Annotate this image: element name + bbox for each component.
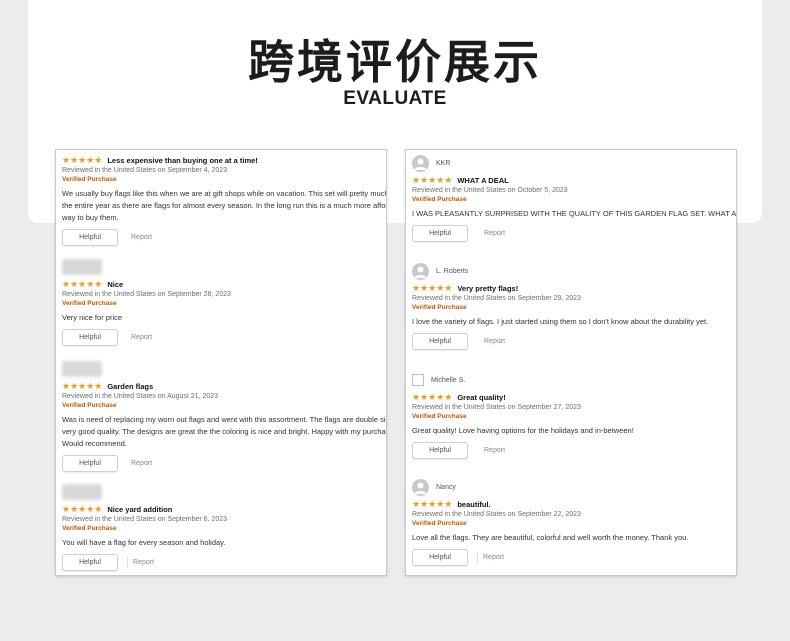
review-title[interactable]: Less expensive than buying one at a time…	[107, 156, 257, 165]
report-link[interactable]: Report	[484, 230, 505, 237]
review-date: Reviewed in the United States on Septemb…	[62, 516, 227, 523]
review-title[interactable]: Very pretty flags!	[457, 284, 518, 293]
review-date: Reviewed in the United States on October…	[412, 187, 568, 194]
star-rating-icon: ★★★★★	[62, 154, 103, 165]
helpful-button[interactable]: Helpful	[412, 549, 468, 566]
review-title[interactable]: Nice yard addition	[107, 505, 172, 514]
page-title: 跨境评价展示	[248, 35, 542, 89]
review-item: L. Roberts ★★★★★ Very pretty flags! Revi…	[412, 262, 736, 350]
verified-purchase-badge: Verified Purchase	[412, 196, 467, 203]
report-link[interactable]: Report	[131, 460, 152, 467]
report-link[interactable]: Report	[483, 554, 504, 561]
review-date: Reviewed in the United States on Septemb…	[412, 295, 581, 302]
report-link[interactable]: Report	[484, 338, 505, 345]
user-avatar-icon	[412, 478, 429, 496]
review-body: You will have a flag for every season an…	[62, 538, 226, 547]
review-body: Was is need of replacing my worn out fla…	[62, 415, 386, 448]
review-title[interactable]: Nice	[107, 280, 123, 289]
review-date: Reviewed in the United States on August …	[62, 393, 219, 400]
helpful-button[interactable]: Helpful	[412, 442, 468, 459]
avatar	[62, 259, 102, 275]
author-name[interactable]: L. Roberts	[436, 268, 468, 275]
review-screenshot-left: ★★★★★ Less expensive than buying one at …	[55, 149, 387, 576]
user-avatar-icon	[412, 154, 429, 172]
helpful-button[interactable]: Helpful	[62, 554, 118, 571]
star-rating-icon: ★★★★★	[62, 278, 103, 289]
review-title[interactable]: WHAT A DEAL	[457, 176, 508, 185]
verified-purchase-badge: Verified Purchase	[62, 300, 117, 307]
review-date: Reviewed in the United States on Septemb…	[412, 404, 581, 411]
review-item: Nancy ★★★★★ beautiful. Reviewed in the U…	[412, 478, 736, 566]
review-date: Reviewed in the United States on Septemb…	[62, 291, 231, 298]
review-item: Michelle S. ★★★★★ Great quality! Reviewe…	[412, 371, 736, 459]
review-date: Reviewed in the United States on Septemb…	[62, 167, 227, 174]
author-name[interactable]: Nancy	[436, 484, 456, 491]
verified-purchase-badge: Verified Purchase	[62, 525, 117, 532]
review-item: ★★★★★ Less expensive than buying one at …	[62, 152, 386, 246]
review-title[interactable]: beautiful.	[457, 500, 490, 509]
review-body: I love the variety of flags. I just star…	[412, 317, 709, 326]
review-body: Great quality! Love having options for t…	[412, 426, 634, 435]
user-avatar-icon	[412, 262, 429, 280]
verified-purchase-badge: Verified Purchase	[412, 304, 467, 311]
page-subtitle: EVALUATE	[343, 88, 447, 109]
star-rating-icon: ★★★★★	[412, 498, 453, 509]
star-rating-icon: ★★★★★	[412, 391, 453, 402]
star-rating-icon: ★★★★★	[412, 174, 453, 185]
avatar	[62, 361, 102, 377]
review-item: ★★★★★ Garden flags Reviewed in the Unite…	[62, 360, 386, 472]
review-body: We usually buy flags like this when we a…	[62, 189, 386, 222]
review-body: Very nice for price	[62, 313, 123, 322]
review-item: KKR ★★★★★ WHAT A DEAL Reviewed in the Un…	[412, 154, 736, 242]
divider	[127, 557, 128, 568]
helpful-button[interactable]: Helpful	[62, 329, 118, 346]
star-rating-icon: ★★★★★	[412, 282, 453, 293]
review-item: ★★★★★ Nice yard addition Reviewed in the…	[62, 483, 386, 571]
review-date: Reviewed in the United States on Septemb…	[412, 511, 581, 518]
report-link[interactable]: Report	[131, 234, 152, 241]
verified-purchase-badge: Verified Purchase	[62, 402, 117, 409]
helpful-button[interactable]: Helpful	[62, 229, 118, 246]
helpful-button[interactable]: Helpful	[412, 333, 468, 350]
report-link[interactable]: Report	[131, 334, 152, 341]
review-title[interactable]: Great quality!	[457, 393, 505, 402]
review-body: I WAS PLEASANTLY SURPRISED WITH THE QUAL…	[412, 209, 736, 218]
author-name[interactable]: KKR	[436, 160, 450, 167]
divider	[477, 552, 478, 563]
report-link[interactable]: Report	[484, 447, 505, 454]
review-title[interactable]: Garden flags	[107, 382, 153, 391]
review-screenshot-right: KKR ★★★★★ WHAT A DEAL Reviewed in the Un…	[405, 149, 737, 576]
avatar	[62, 484, 102, 500]
review-item: ★★★★★ Nice Reviewed in the United States…	[62, 258, 386, 346]
author-name[interactable]: Michelle S.	[431, 377, 465, 384]
broken-image-icon	[412, 374, 424, 386]
helpful-button[interactable]: Helpful	[62, 455, 118, 472]
report-link[interactable]: Report	[133, 559, 154, 566]
verified-purchase-badge: Verified Purchase	[62, 176, 117, 183]
star-rating-icon: ★★★★★	[62, 503, 103, 514]
review-body: Love all the flags. They are beautiful, …	[412, 533, 689, 542]
star-rating-icon: ★★★★★	[62, 380, 103, 391]
verified-purchase-badge: Verified Purchase	[412, 520, 467, 527]
verified-purchase-badge: Verified Purchase	[412, 413, 467, 420]
helpful-button[interactable]: Helpful	[412, 225, 468, 242]
